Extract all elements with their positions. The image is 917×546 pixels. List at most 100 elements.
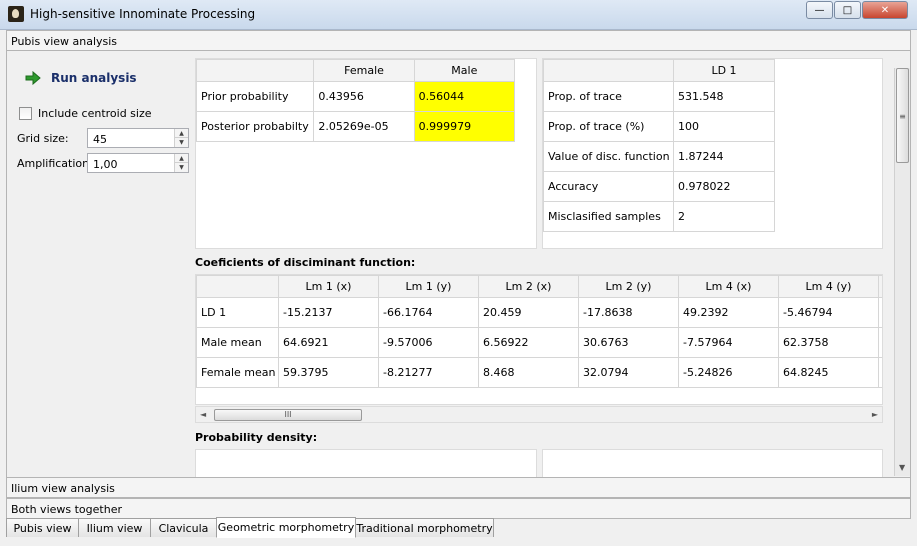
scroll-down-icon[interactable]: ▼ bbox=[899, 463, 905, 472]
section-header-ilium[interactable]: Ilium view analysis bbox=[6, 477, 911, 498]
tab-geometric-morphometry[interactable]: Geometric morphometry bbox=[216, 517, 356, 538]
table-row: Male mean 64.6921 -9.57006 6.56922 30.67… bbox=[196, 327, 882, 358]
table-cell[interactable]: 1.87244 bbox=[673, 141, 775, 172]
column-header: Lm 4 (y) bbox=[778, 275, 879, 298]
table-cell[interactable]: 100 bbox=[673, 111, 775, 142]
scroll-thumb[interactable]: ≡ bbox=[896, 68, 909, 163]
bottom-tab-bar: Pubis view Ilium view Clavicula Geometri… bbox=[6, 517, 494, 538]
spin-down-icon[interactable]: ▼ bbox=[175, 163, 188, 172]
table-cell[interactable]: 62.3758 bbox=[778, 327, 879, 358]
cell-prior-female[interactable]: 0.43956 bbox=[313, 81, 415, 112]
table-cell[interactable]: -7.57964 bbox=[678, 327, 779, 358]
horizontal-scrollbar[interactable]: ◄ III ► bbox=[195, 406, 883, 423]
table-row: Misclasified samples 2 bbox=[543, 201, 775, 232]
pubis-analysis-panel: Run analysis Include centroid size Grid … bbox=[6, 51, 911, 477]
ld-table-panel: LD 1 Prop. of trace 531.548 Prop. of trac… bbox=[542, 58, 883, 249]
table-row: Prop. of trace 531.548 bbox=[543, 81, 775, 112]
include-centroid-row[interactable]: Include centroid size bbox=[19, 107, 152, 120]
cell-posterior-male[interactable]: 0.999979 bbox=[413, 111, 516, 142]
scroll-right-icon[interactable]: ► bbox=[872, 410, 878, 419]
cell-posterior-female[interactable]: 2.05269e-05 bbox=[313, 111, 415, 142]
probability-table-panel: Female Male Prior probability 0.43956 0.… bbox=[195, 58, 537, 249]
section-header-both[interactable]: Both views together bbox=[6, 498, 911, 519]
table-cell[interactable]: - bbox=[878, 327, 882, 358]
table-cell[interactable]: -66.1764 bbox=[378, 297, 479, 328]
column-header: Lm 1 (x) bbox=[278, 275, 379, 298]
column-header-ld1: LD 1 bbox=[673, 59, 775, 82]
table-cell[interactable]: 8.468 bbox=[478, 357, 579, 388]
window-title: High-sensitive Innominate Processing bbox=[30, 7, 256, 21]
scroll-thumb[interactable]: III bbox=[214, 409, 362, 421]
vertical-scrollbar[interactable]: ≡ ▼ bbox=[894, 68, 910, 476]
spin-up-icon[interactable]: ▲ bbox=[175, 154, 188, 163]
include-centroid-checkbox[interactable] bbox=[19, 107, 32, 120]
close-button[interactable]: ✕ bbox=[862, 1, 908, 19]
column-header: Lm 2 (x) bbox=[478, 275, 579, 298]
spin-down-icon[interactable]: ▼ bbox=[175, 138, 188, 147]
table-cell[interactable]: 2 bbox=[673, 201, 775, 232]
amplification-label: Amplification: bbox=[17, 157, 93, 170]
tab-pubis-view[interactable]: Pubis view bbox=[6, 518, 79, 537]
amplification-spinbox[interactable]: 1,00 ▲ ▼ bbox=[87, 153, 189, 173]
row-header: LD 1 bbox=[196, 297, 279, 328]
cell-prior-male[interactable]: 0.56044 bbox=[413, 81, 516, 112]
table-cell[interactable]: 59.3795 bbox=[278, 357, 379, 388]
grid-size-label: Grid size: bbox=[17, 132, 69, 145]
grid-size-spinbox[interactable]: 45 ▲ ▼ bbox=[87, 128, 189, 148]
table-row: Value of disc. function 1.87244 bbox=[543, 141, 775, 172]
table-cell[interactable]: 8 bbox=[878, 297, 882, 328]
table-cell[interactable]: - bbox=[878, 357, 882, 388]
table-row: Prop. of trace (%) 100 bbox=[543, 111, 775, 142]
row-header-prior: Prior probability bbox=[195, 81, 315, 112]
row-header: Value of disc. function bbox=[543, 141, 674, 172]
row-header-posterior: Posterior probabilty bbox=[195, 111, 315, 142]
row-header: Misclasified samples bbox=[543, 201, 674, 232]
probability-table: Female Male Prior probability 0.43956 0.… bbox=[195, 59, 516, 142]
table-cell[interactable]: -15.2137 bbox=[278, 297, 379, 328]
column-header: Lm 1 (y) bbox=[378, 275, 479, 298]
row-header: Accuracy bbox=[543, 171, 674, 202]
density-plot-female bbox=[195, 449, 537, 477]
minimize-button[interactable]: — bbox=[806, 1, 833, 19]
table-cell[interactable]: 64.8245 bbox=[778, 357, 879, 388]
row-header: Prop. of trace bbox=[543, 81, 674, 112]
table-row: Prior probability 0.43956 0.56044 bbox=[195, 81, 516, 112]
table-cell[interactable]: 6.56922 bbox=[478, 327, 579, 358]
table-cell[interactable]: 49.2392 bbox=[678, 297, 779, 328]
include-centroid-label: Include centroid size bbox=[38, 107, 152, 120]
column-header bbox=[878, 275, 882, 298]
tab-traditional-morphometry[interactable]: Traditional morphometry bbox=[355, 518, 494, 537]
maximize-button[interactable]: □ bbox=[834, 1, 861, 19]
section-header-pubis[interactable]: Pubis view analysis bbox=[6, 30, 911, 51]
density-plot-male bbox=[542, 449, 883, 477]
amplification-value: 1,00 bbox=[93, 158, 118, 171]
table-header-corner bbox=[543, 59, 674, 82]
run-analysis-label: Run analysis bbox=[51, 71, 137, 85]
table-row: LD 1 -15.2137 -66.1764 20.459 -17.8638 4… bbox=[196, 297, 882, 328]
spin-up-icon[interactable]: ▲ bbox=[175, 129, 188, 138]
table-cell[interactable]: -17.8638 bbox=[578, 297, 679, 328]
table-row: Posterior probabilty 2.05269e-05 0.99997… bbox=[195, 111, 516, 142]
table-cell[interactable]: 531.548 bbox=[673, 81, 775, 112]
run-analysis-button[interactable]: Run analysis bbox=[25, 71, 137, 85]
scroll-left-icon[interactable]: ◄ bbox=[200, 410, 206, 419]
table-cell[interactable]: -9.57006 bbox=[378, 327, 479, 358]
table-cell[interactable]: -5.46794 bbox=[778, 297, 879, 328]
column-header-male: Male bbox=[413, 59, 516, 82]
grid-size-value: 45 bbox=[93, 133, 107, 146]
table-cell[interactable]: -8.21277 bbox=[378, 357, 479, 388]
ld-table: LD 1 Prop. of trace 531.548 Prop. of trac… bbox=[543, 59, 775, 232]
title-bar: High-sensitive Innominate Processing — □… bbox=[0, 0, 917, 30]
table-cell[interactable]: 32.0794 bbox=[578, 357, 679, 388]
table-row: Female mean 59.3795 -8.21277 8.468 32.07… bbox=[196, 357, 882, 388]
table-cell[interactable]: 0.978022 bbox=[673, 171, 775, 202]
table-cell[interactable]: 30.6763 bbox=[578, 327, 679, 358]
table-cell[interactable]: 64.6921 bbox=[278, 327, 379, 358]
probability-density-title: Probability density: bbox=[195, 431, 318, 444]
app-bone-icon bbox=[8, 6, 24, 22]
table-cell[interactable]: 20.459 bbox=[478, 297, 579, 328]
tab-ilium-view[interactable]: Ilium view bbox=[78, 518, 151, 537]
tab-clavicula[interactable]: Clavicula bbox=[150, 518, 217, 537]
table-cell[interactable]: -5.24826 bbox=[678, 357, 779, 388]
row-header: Prop. of trace (%) bbox=[543, 111, 674, 142]
